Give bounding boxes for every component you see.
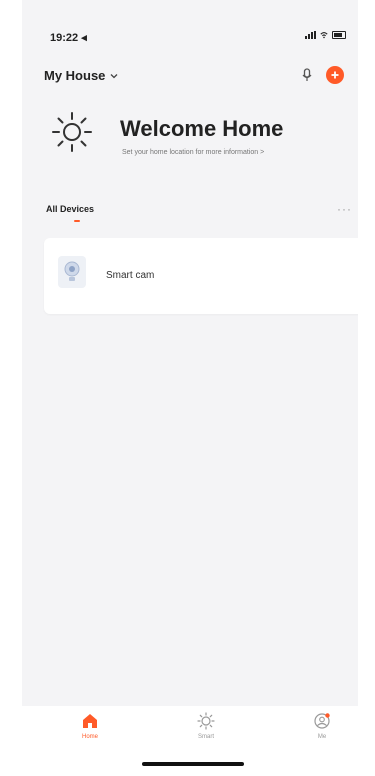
tab-smart-label: Smart (197, 734, 214, 740)
mic-button[interactable] (298, 66, 316, 84)
tab-home-label: Home (81, 734, 98, 740)
house-selector[interactable]: My House (44, 68, 119, 83)
more-options-button[interactable]: ··· (337, 202, 352, 216)
sun-icon (52, 112, 92, 152)
header: My House (22, 60, 358, 100)
device-name: Smart cam (106, 270, 155, 281)
add-device-button[interactable] (326, 66, 344, 84)
device-card-smart-cam[interactable]: Smart cam (44, 238, 358, 314)
active-tab-indicator (74, 220, 80, 222)
tab-me-label: Me (317, 734, 327, 740)
welcome-title: Welcome Home (120, 116, 284, 141)
home-icon (83, 714, 97, 728)
wifi-icon (320, 32, 328, 39)
tab-all-devices[interactable]: All Devices (46, 204, 94, 214)
welcome-banner[interactable]: Welcome Home Set your home location for … (50, 104, 350, 164)
tab-me[interactable]: Me (292, 712, 352, 754)
devices-section-header: All Devices ··· (22, 200, 358, 230)
status-bar: 19:22 ◂ (22, 0, 358, 44)
location-prompt-link[interactable]: Set your home location for more informat… (122, 149, 264, 156)
smart-icon (197, 712, 215, 730)
home-indicator (142, 762, 244, 766)
tab-home[interactable]: Home (60, 712, 120, 754)
house-name: My House (44, 68, 106, 83)
chevron-down-icon (110, 73, 118, 78)
signal-icon (305, 31, 316, 39)
camera-icon (58, 256, 86, 288)
app-screen: 19:22 ◂ My House Welcome Home Set your h… (22, 0, 358, 776)
battery-icon (332, 31, 346, 39)
status-icons (305, 31, 346, 39)
add-icon (331, 71, 339, 79)
tab-smart[interactable]: Smart (176, 712, 236, 754)
mic-icon (302, 68, 312, 81)
status-time: 19:22 ◂ (50, 32, 87, 44)
me-icon (314, 713, 330, 729)
